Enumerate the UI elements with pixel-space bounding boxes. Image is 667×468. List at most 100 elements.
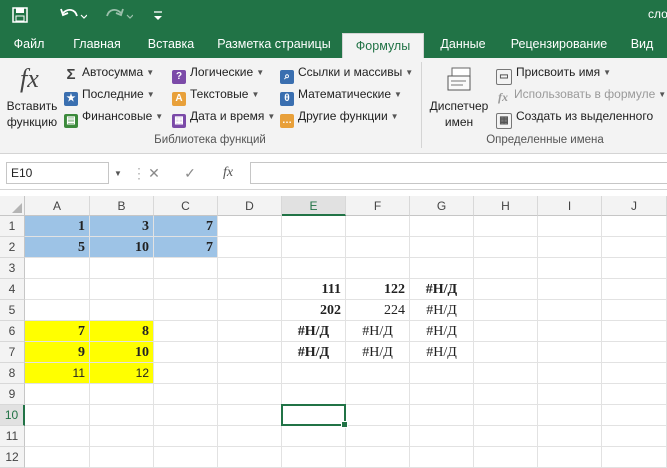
cell-d7[interactable] [218, 342, 282, 363]
cell-b12[interactable] [90, 447, 154, 468]
cell-d6[interactable] [218, 321, 282, 342]
cell-b3[interactable] [90, 258, 154, 279]
cell-a7[interactable]: 9 [25, 342, 90, 363]
cell-d1[interactable] [218, 216, 282, 237]
cell-d9[interactable] [218, 384, 282, 405]
cell-f11[interactable] [346, 426, 410, 447]
cell-h9[interactable] [474, 384, 538, 405]
cell-h11[interactable] [474, 426, 538, 447]
enter-icon[interactable]: ✓ [180, 163, 200, 183]
cell-j5[interactable] [602, 300, 667, 321]
column-header-f[interactable]: F [346, 196, 410, 216]
cell-a8[interactable]: 11 [25, 363, 90, 384]
cell-b5[interactable] [90, 300, 154, 321]
cell-b9[interactable] [90, 384, 154, 405]
cell-g1[interactable] [410, 216, 474, 237]
row-header-8[interactable]: 8 [0, 363, 25, 384]
cell-d5[interactable] [218, 300, 282, 321]
cell-g10[interactable] [410, 405, 474, 426]
column-header-a[interactable]: A [25, 196, 90, 216]
autosum-button[interactable]: Σ Автосумма ▼ [64, 62, 154, 82]
formula-input[interactable] [250, 162, 667, 184]
cell-c4[interactable] [154, 279, 218, 300]
column-header-j[interactable]: J [602, 196, 667, 216]
cell-j6[interactable] [602, 321, 667, 342]
cell-f7[interactable]: #Н/Д [346, 342, 410, 363]
tab-page-layout[interactable]: Разметка страницы [214, 30, 334, 58]
row-header-5[interactable]: 5 [0, 300, 25, 321]
cell-h1[interactable] [474, 216, 538, 237]
create-from-selection-button[interactable]: ▦ Создать из выделенного [496, 106, 653, 129]
cell-f10[interactable] [346, 405, 410, 426]
insert-function-icon[interactable]: fx [218, 163, 238, 183]
row-header-7[interactable]: 7 [0, 342, 25, 363]
cell-f9[interactable] [346, 384, 410, 405]
cell-g5[interactable]: #Н/Д [410, 300, 474, 321]
cell-b1[interactable]: 3 [90, 216, 154, 237]
lookup-reference-button[interactable]: ⌕ Ссылки и массивы ▼ [280, 62, 413, 84]
cell-h3[interactable] [474, 258, 538, 279]
cell-c3[interactable] [154, 258, 218, 279]
cell-h7[interactable] [474, 342, 538, 363]
cell-j4[interactable] [602, 279, 667, 300]
cell-h8[interactable] [474, 363, 538, 384]
cell-b11[interactable] [90, 426, 154, 447]
cell-f12[interactable] [346, 447, 410, 468]
column-header-b[interactable]: B [90, 196, 154, 216]
row-header-6[interactable]: 6 [0, 321, 25, 342]
cell-e6[interactable]: #Н/Д [282, 321, 346, 342]
insert-function-button[interactable]: fx Вставить функцию [4, 60, 60, 132]
cell-j7[interactable] [602, 342, 667, 363]
cell-a5[interactable] [25, 300, 90, 321]
row-header-11[interactable]: 11 [0, 426, 25, 447]
logical-button[interactable]: ? Логические ▼ [172, 62, 264, 84]
cell-e10[interactable] [282, 405, 346, 426]
cell-e11[interactable] [282, 426, 346, 447]
column-header-d[interactable]: D [218, 196, 282, 216]
cell-j12[interactable] [602, 447, 667, 468]
cell-c1[interactable]: 7 [154, 216, 218, 237]
cell-a11[interactable] [25, 426, 90, 447]
more-functions-button[interactable]: … Другие функции ▼ [280, 106, 399, 128]
cell-b8[interactable]: 12 [90, 363, 154, 384]
cell-b7[interactable]: 10 [90, 342, 154, 363]
cell-h2[interactable] [474, 237, 538, 258]
cell-d2[interactable] [218, 237, 282, 258]
column-header-i[interactable]: I [538, 196, 602, 216]
tab-file[interactable]: Файл [6, 30, 52, 58]
cell-d3[interactable] [218, 258, 282, 279]
financial-button[interactable]: ▤ Финансовые ▼ [64, 106, 163, 128]
column-header-c[interactable]: C [154, 196, 218, 216]
cell-a2[interactable]: 5 [25, 237, 90, 258]
cell-g4[interactable]: #Н/Д [410, 279, 474, 300]
tab-view[interactable]: Вид [624, 30, 660, 58]
cell-g2[interactable] [410, 237, 474, 258]
cell-j3[interactable] [602, 258, 667, 279]
cell-g3[interactable] [410, 258, 474, 279]
cell-j11[interactable] [602, 426, 667, 447]
cell-d11[interactable] [218, 426, 282, 447]
name-box[interactable]: E10 [6, 162, 109, 184]
row-header-2[interactable]: 2 [0, 237, 25, 258]
cell-i9[interactable] [538, 384, 602, 405]
cell-c10[interactable] [154, 405, 218, 426]
define-name-button[interactable]: ▭ Присвоить имя ▼ [496, 62, 611, 85]
cell-g11[interactable] [410, 426, 474, 447]
use-in-formula-button[interactable]: fx Использовать в формуле ▼ [496, 84, 666, 104]
cell-a12[interactable] [25, 447, 90, 468]
cell-e2[interactable] [282, 237, 346, 258]
cell-f8[interactable] [346, 363, 410, 384]
cell-e8[interactable] [282, 363, 346, 384]
math-trig-button[interactable]: θ Математические ▼ [280, 84, 402, 106]
name-manager-button[interactable]: Диспетчер имен [426, 60, 492, 132]
redo-icon[interactable] [104, 5, 134, 25]
cell-g12[interactable] [410, 447, 474, 468]
column-header-e[interactable]: E [282, 196, 346, 216]
name-box-dropdown-icon[interactable]: ▼ [114, 169, 122, 178]
cell-b6[interactable]: 8 [90, 321, 154, 342]
cell-e5[interactable]: 202 [282, 300, 346, 321]
row-header-3[interactable]: 3 [0, 258, 25, 279]
cell-j1[interactable] [602, 216, 667, 237]
recent-button[interactable]: ★ Последние ▼ [64, 84, 155, 106]
tab-home[interactable]: Главная [66, 30, 128, 58]
